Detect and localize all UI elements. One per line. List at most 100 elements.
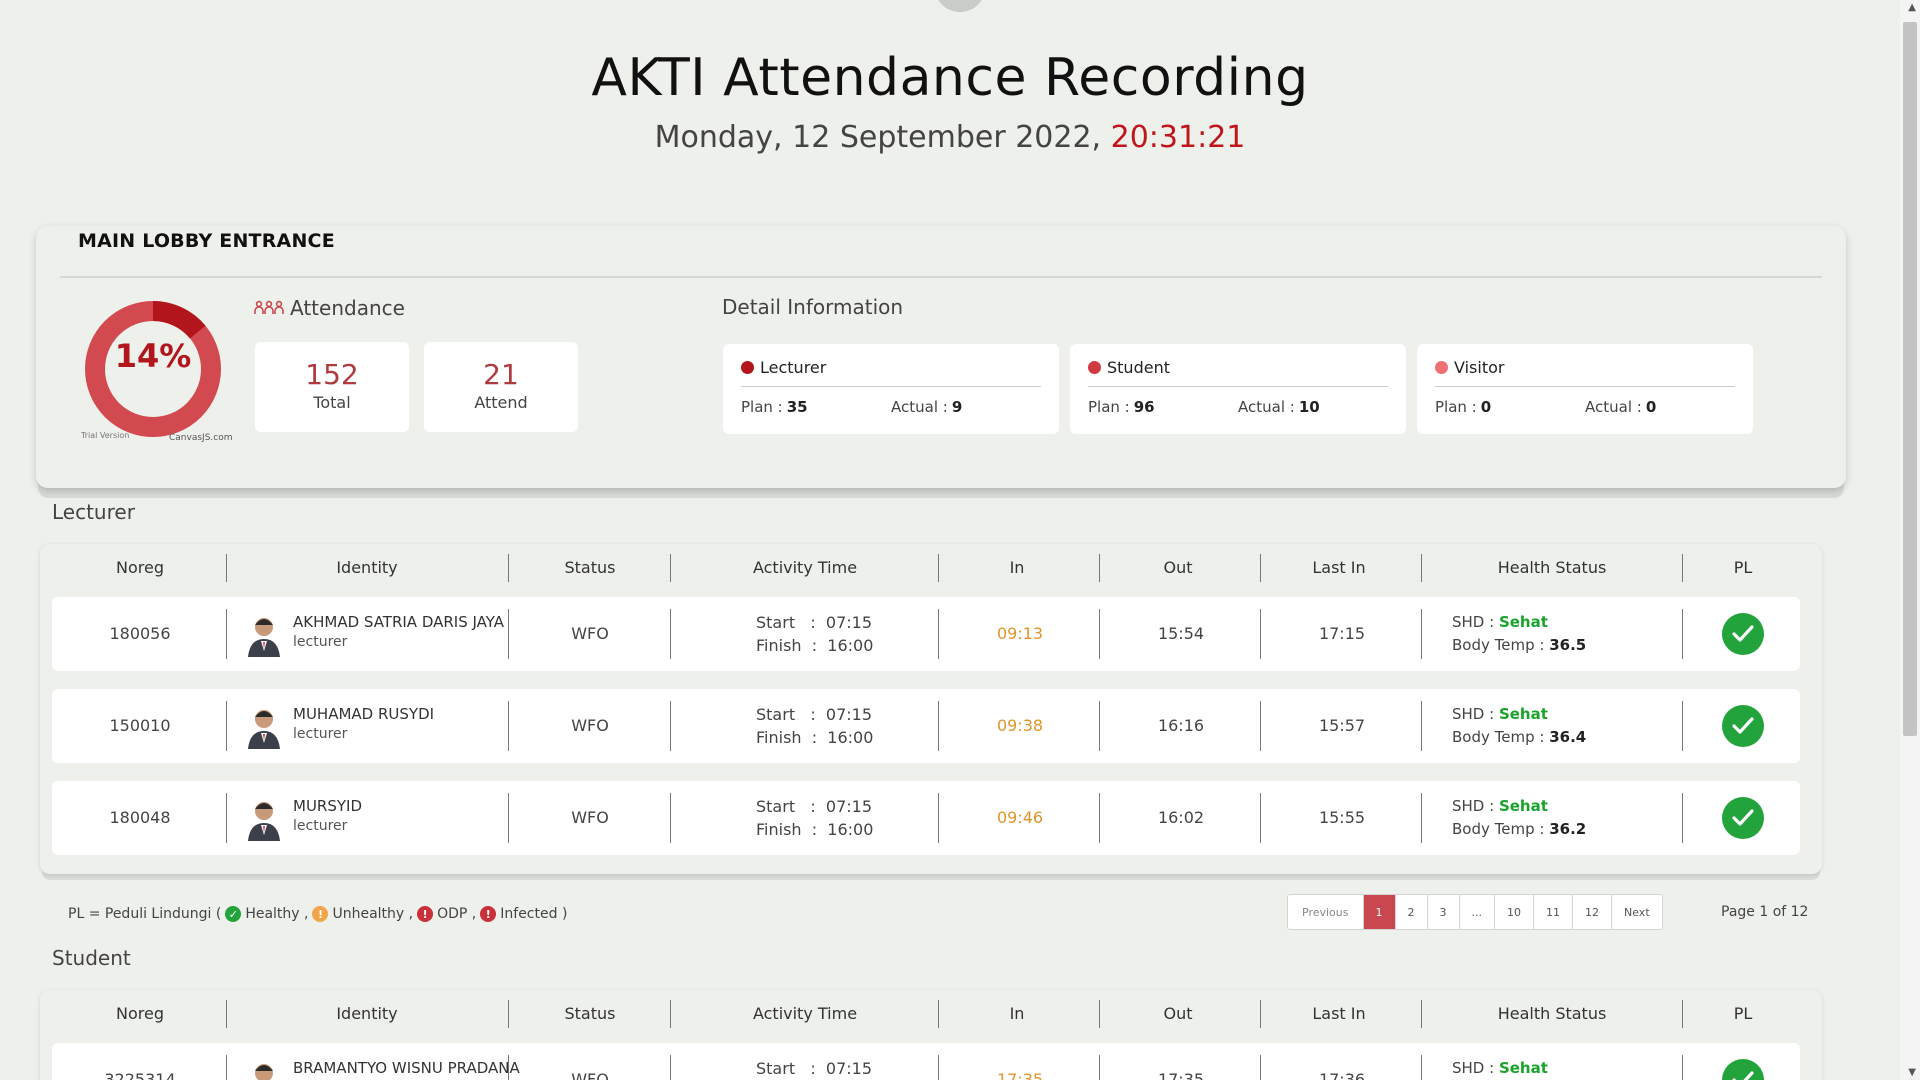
plan-label: Plan : (1088, 398, 1130, 416)
table-row[interactable]: 180048 MURSYID lecturer WFO Start : 07:15 Fin… (52, 781, 1800, 855)
column-separator (1260, 1000, 1261, 1028)
lecturer-section-title: Lecturer (52, 500, 135, 524)
canvasjs-credit[interactable]: CanvasJS.com (169, 433, 232, 443)
column-separator (1099, 554, 1100, 582)
column-header-noreg: Noreg (116, 558, 164, 577)
plan-label: Plan : (741, 398, 783, 416)
temp-label: Body Temp : (1452, 820, 1550, 838)
student-dot-icon (1088, 361, 1101, 374)
detail-card-title: Visitor (1435, 358, 1504, 377)
visitor-plan: Plan :0 (1435, 398, 1491, 416)
column-separator (226, 554, 227, 582)
column-separator (1099, 609, 1100, 659)
page-10-button[interactable]: 10 (1495, 895, 1534, 929)
identity-name: MURSYID (293, 797, 363, 815)
total-value: 152 (305, 358, 359, 391)
next-page-button[interactable]: Next (1612, 895, 1662, 929)
profile-avatar[interactable] (935, 0, 985, 12)
column-separator (508, 1000, 509, 1028)
attend-label: Attend (474, 393, 528, 412)
temp-value: 36.2 (1549, 820, 1587, 838)
noreg-cell: 180056 (109, 624, 171, 643)
user-avatar (244, 1059, 284, 1080)
odp-alert-icon: ! (417, 906, 434, 922)
detail-card-divider (1088, 386, 1388, 387)
detail-information-heading: Detail Information (722, 295, 904, 319)
last-in-cell: 17:15 (1318, 624, 1366, 643)
activity-start: Start : 07:15 (756, 1059, 873, 1078)
user-avatar (244, 797, 284, 841)
page-3-button[interactable]: 3 (1428, 895, 1460, 929)
column-separator (508, 1055, 509, 1080)
table-row[interactable]: 150010 MUHAMAD RUSYDI lecturer WFO Start : 0… (52, 689, 1800, 763)
healthy-check-icon[interactable] (1722, 613, 1764, 655)
healthy-check-icon[interactable] (1722, 1059, 1764, 1080)
previous-page-button[interactable]: Previous (1288, 895, 1364, 929)
date-text: Monday, 12 September 2022, (654, 120, 1111, 155)
healthy-check-icon[interactable] (1722, 705, 1764, 747)
scroll-down-arrow-icon[interactable]: ▼ (1908, 1067, 1916, 1078)
total-label: Total (313, 393, 351, 412)
actual-label: Actual : (891, 398, 948, 416)
table-row[interactable]: 3225314 BRAMANTYO WISNU PRADANA WFO Start :… (52, 1043, 1800, 1080)
in-time-cell: 09:38 (996, 716, 1044, 735)
table-row[interactable]: 180056 AKHMAD SATRIA DARIS JAYA lecturer WF… (52, 597, 1800, 671)
activity-start: Start : 07:15 (756, 797, 873, 816)
column-header-identity: Identity (336, 1004, 398, 1023)
attend-stat-card: 21 Attend (424, 342, 578, 432)
scrollbar-thumb[interactable] (1903, 22, 1917, 736)
activity-finish: Finish : 16:00 (756, 820, 874, 839)
column-separator (508, 793, 509, 843)
identity-role: lecturer (293, 726, 348, 742)
out-time-cell: 16:02 (1157, 808, 1205, 827)
status-cell: WFO (571, 716, 609, 735)
legend-unhealthy: Unhealthy , (332, 906, 414, 922)
shd-status: SHD : Sehat (1452, 705, 1548, 723)
column-separator (226, 609, 227, 659)
detail-card-title-label: Lecturer (760, 358, 827, 377)
column-separator (670, 609, 671, 659)
temp-value: 36.4 (1549, 728, 1587, 746)
actual-value: 10 (1298, 398, 1320, 416)
shd-value: Sehat (1498, 705, 1548, 723)
column-header-pl: PL (1733, 1004, 1753, 1023)
page-12-button[interactable]: 12 (1573, 895, 1612, 929)
column-separator (1260, 609, 1261, 659)
people-group-icon (254, 300, 284, 314)
column-separator (508, 554, 509, 582)
column-header-noreg: Noreg (116, 1004, 164, 1023)
column-header-last-in: Last In (1312, 558, 1366, 577)
pagination: Previous 1 2 3 ... 10 11 12 Next (1287, 894, 1663, 930)
page-2-button[interactable]: 2 (1396, 895, 1428, 929)
activity-finish: Finish : 16:00 (756, 636, 874, 655)
scroll-up-arrow-icon[interactable]: ▲ (1908, 2, 1916, 13)
temp-label: Body Temp : (1452, 728, 1550, 746)
page-1-button[interactable]: 1 (1363, 895, 1396, 929)
last-in-cell: 17:36 (1318, 1070, 1366, 1080)
column-separator (1099, 793, 1100, 843)
column-header-status: Status (564, 1004, 616, 1023)
healthy-check-icon[interactable] (1722, 797, 1764, 839)
last-in-cell: 15:57 (1318, 716, 1366, 735)
column-separator (1099, 1000, 1100, 1028)
page-scrollbar[interactable]: ▲ ▼ (1900, 0, 1920, 1080)
lecturer-table-header: Noreg Identity Status Activity Time In Out Las… (40, 544, 1822, 596)
plan-label: Plan : (1435, 398, 1477, 416)
student-plan: Plan :96 (1088, 398, 1155, 416)
column-header-identity: Identity (336, 558, 398, 577)
legend-odp: ODP , (437, 906, 477, 922)
column-header-last-in: Last In (1312, 1004, 1366, 1023)
column-separator (1421, 793, 1422, 843)
column-separator (670, 1055, 671, 1080)
legend-healthy: Healthy , (245, 906, 309, 922)
detail-card-title-label: Student (1107, 358, 1170, 377)
in-time-cell: 17:35 (996, 1070, 1044, 1080)
user-avatar (244, 705, 284, 749)
page-11-button[interactable]: 11 (1534, 895, 1573, 929)
attendance-heading: Attendance (254, 296, 405, 320)
shd-value: Sehat (1498, 1059, 1548, 1077)
detail-card-title-label: Visitor (1454, 358, 1505, 377)
shd-label: SHD : (1452, 613, 1499, 631)
column-separator (938, 609, 939, 659)
plan-value: 35 (786, 398, 808, 416)
